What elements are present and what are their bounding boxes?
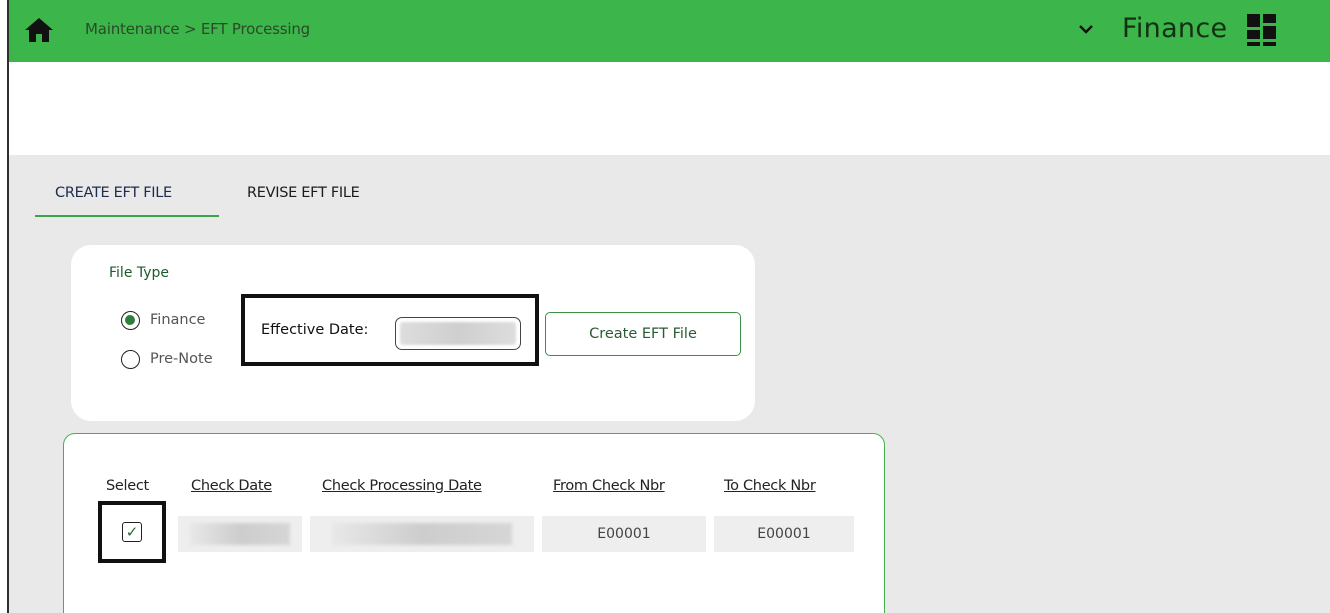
effective-date-label: Effective Date: <box>261 322 369 338</box>
col-header-check-processing-date[interactable]: Check Processing Date <box>322 478 482 494</box>
radio-pre-note-button[interactable] <box>121 349 140 369</box>
col-header-to-check-nbr[interactable]: To Check Nbr <box>724 478 816 494</box>
cell-check-processing-date <box>310 516 534 552</box>
grid-icon[interactable] <box>1247 14 1277 46</box>
col-header-from-check-nbr[interactable]: From Check Nbr <box>553 478 665 494</box>
app-name[interactable]: Finance <box>1122 13 1227 44</box>
col-header-select: Select <box>106 478 149 494</box>
radio-finance-label: Finance <box>150 312 206 328</box>
cell-check-date <box>178 516 302 552</box>
row-select-checkbox[interactable]: ✓ <box>122 522 142 542</box>
radio-pre-note-label: Pre-Note <box>150 351 213 367</box>
tab-create-eft-file[interactable]: CREATE EFT FILE <box>35 185 219 217</box>
file-options-card: File Type Finance Pre-Note Effective Dat… <box>71 245 755 421</box>
select-highlight: ✓ <box>98 501 166 563</box>
cell-from-check-nbr: E00001 <box>542 516 706 552</box>
tab-revise-eft-file[interactable]: REVISE EFT FILE <box>247 185 360 217</box>
top-bar: Maintenance > EFT Processing Finance <box>9 0 1330 62</box>
effective-date-input[interactable] <box>395 317 521 350</box>
radio-finance-button[interactable] <box>121 310 140 330</box>
col-header-check-date[interactable]: Check Date <box>191 478 272 494</box>
radio-finance[interactable]: Finance <box>121 309 205 331</box>
effective-date-highlight: Effective Date: <box>241 294 539 366</box>
main-content: CREATE EFT FILE REVISE EFT FILE File Typ… <box>9 155 1330 613</box>
cell-to-check-nbr: E00001 <box>714 516 854 552</box>
app-window: Maintenance > EFT Processing Finance CRE… <box>7 0 1330 613</box>
redacted-value <box>332 523 512 545</box>
home-icon[interactable] <box>23 16 55 44</box>
checks-table-card: Select Check Date Check Processing Date … <box>63 433 885 613</box>
radio-pre-note[interactable]: Pre-Note <box>121 348 213 370</box>
chevron-down-icon[interactable] <box>1077 20 1095 38</box>
file-type-label: File Type <box>109 265 170 281</box>
redacted-value <box>190 523 290 545</box>
breadcrumb: Maintenance > EFT Processing <box>85 20 310 38</box>
create-eft-file-button[interactable]: Create EFT File <box>545 312 741 356</box>
redacted-value <box>400 322 516 345</box>
